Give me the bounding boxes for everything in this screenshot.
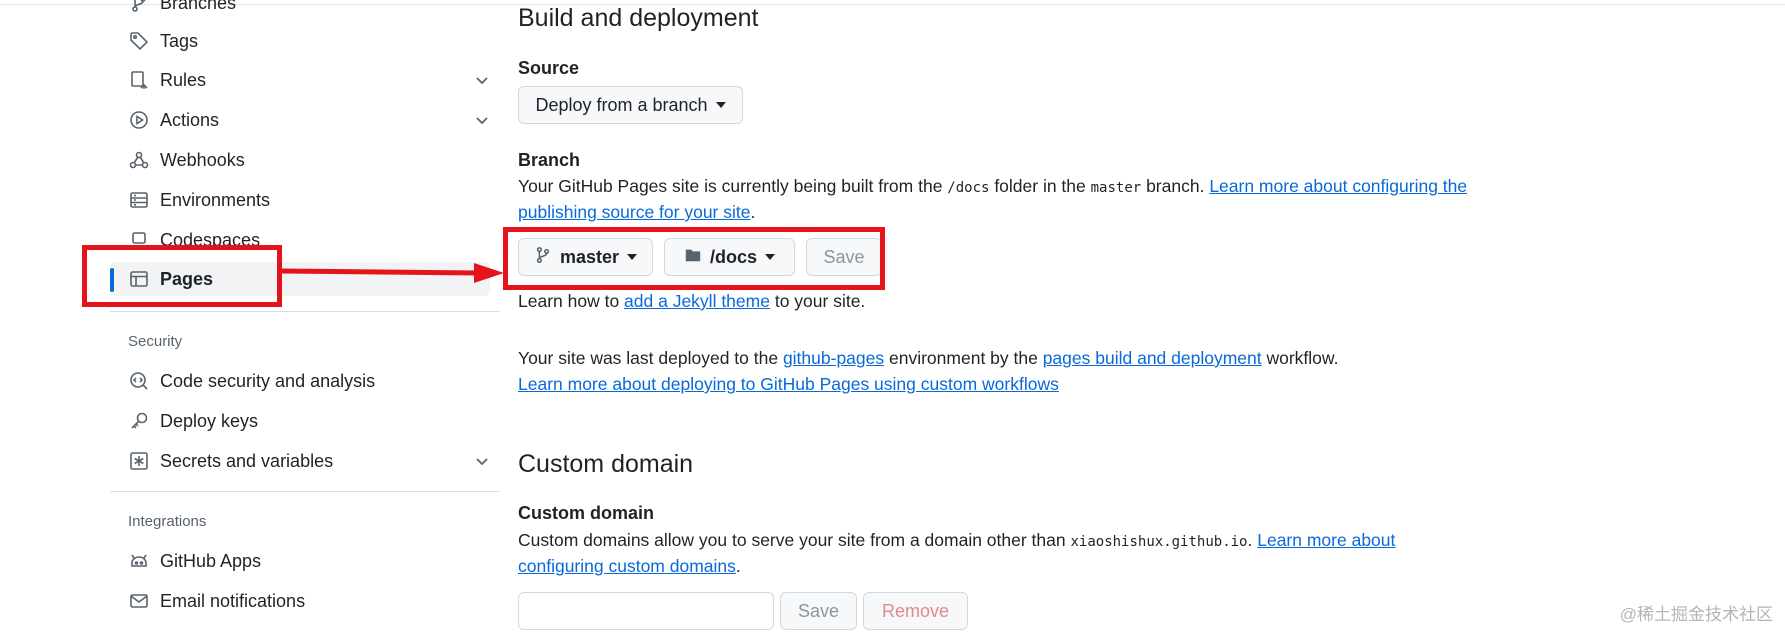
sidebar-item-label: Actions [160,109,220,130]
sidebar-item-secrets[interactable]: Secrets and variables [110,444,490,478]
sidebar-item-label: Code security and analysis [160,370,376,391]
learn-more-source-link-cont[interactable]: publishing source for your site [518,202,750,222]
sidebar-section-security: Security [128,333,183,350]
deployed-text: environment by the [884,348,1043,368]
deployed-text: Your site was last deployed to the [518,348,783,368]
custom-domain-text: Custom domains allow you to serve your s… [518,530,1071,550]
play-icon [128,109,150,131]
sidebar-item-code-security[interactable]: Code security and analysis [110,364,490,398]
branch-desc-text: Your GitHub Pages site is currently bein… [518,176,948,196]
asterisk-icon [128,450,150,472]
chevron-down-icon[interactable] [474,453,490,469]
last-deployed-note: Your site was last deployed to the githu… [518,345,1338,371]
branch-desc-text: branch. [1141,176,1210,196]
sidebar-item-actions[interactable]: Actions [110,103,490,137]
deployed-text: workflow. [1261,348,1339,368]
apps-icon [128,550,150,572]
sidebar-item-deploy-keys[interactable]: Deploy keys [110,404,490,438]
rules-icon [128,69,150,91]
sidebar-item-label: Deploy keys [160,410,259,431]
custom-domain-description-line2: configuring custom domains. [518,553,741,579]
mail-icon [128,590,150,612]
custom-domain-heading: Custom domain [518,450,694,478]
sidebar-item-github-apps[interactable]: GitHub Apps [110,544,490,578]
sidebar-divider [110,311,500,312]
sidebar-item-label: Branches [160,0,237,13]
chevron-down-icon[interactable] [474,112,490,128]
branch-icon [128,0,150,14]
custom-domain-text: . [1247,530,1258,550]
sidebar-item-label: Webhooks [160,149,245,170]
sidebar-item-email-notifications[interactable]: Email notifications [110,584,490,618]
sidebar-item-label: Tags [160,30,199,51]
workflow-link[interactable]: pages build and deployment [1043,348,1262,368]
source-dropdown[interactable]: Deploy from a branch [518,86,743,124]
sidebar-item-label: Email notifications [160,590,306,611]
jekyll-note: Learn how to add a Jekyll theme to your … [518,288,865,314]
server-icon [128,189,150,211]
github-pages-env-link[interactable]: github-pages [783,348,884,368]
source-dropdown-value: Deploy from a branch [535,94,708,115]
custom-domain-save-button[interactable]: Save [780,592,857,630]
custom-domain-remove-button[interactable]: Remove [863,592,968,630]
key-icon [128,410,150,432]
custom-workflows-note: Learn more about deploying to GitHub Pag… [518,371,1059,397]
build-deployment-heading: Build and deployment [518,4,759,32]
chevron-down-icon[interactable] [474,72,490,88]
learn-more-domain-link[interactable]: Learn more about [1257,530,1395,550]
codescan-icon [128,370,150,392]
branch-description: Your GitHub Pages site is currently bein… [518,173,1467,201]
tag-icon [128,30,150,52]
annotation-arrow-icon [282,263,504,283]
sidebar-item-label: GitHub Apps [160,550,262,571]
sidebar-item-label: Environments [160,189,271,210]
branch-label: Branch [518,150,581,170]
custom-domain-input[interactable] [518,592,774,630]
custom-domain-text: . [735,556,741,576]
branch-description-line2: publishing source for your site. [518,199,755,225]
sidebar-item-environments[interactable]: Environments [110,183,490,217]
sidebar-item-label: Rules [160,69,207,90]
jekyll-text: to your site. [769,291,866,311]
branch-desc-text: . [750,202,756,222]
learn-more-source-link[interactable]: Learn more about configuring the [1209,176,1467,196]
sidebar-item-branches[interactable]: Branches [110,0,490,20]
annotation-highlight-pages [82,245,282,307]
sidebar-item-webhooks[interactable]: Webhooks [110,143,490,177]
custom-domain-label: Custom domain [518,503,655,523]
annotation-highlight-branch [503,227,885,290]
custom-workflows-link[interactable]: Learn more about deploying to GitHub Pag… [518,374,1059,394]
jekyll-theme-link[interactable]: add a Jekyll theme [624,291,770,311]
sidebar-divider [110,491,500,492]
caret-down-icon [715,102,726,108]
learn-more-domain-link-cont[interactable]: configuring custom domains [518,556,736,576]
jekyll-text: Learn how to [518,291,625,311]
sidebar-section-integrations: Integrations [128,513,207,530]
custom-domain-description: Custom domains allow you to serve your s… [518,527,1395,555]
source-label: Source [518,58,580,78]
folder-code: /docs [947,180,990,196]
branch-desc-text: folder in the [989,176,1091,196]
webhook-icon [128,149,150,171]
sidebar-item-label: Secrets and variables [160,450,334,471]
watermark: @稀土掘金技术社区 [1619,605,1773,624]
sidebar-item-tags[interactable]: Tags [110,24,490,58]
sidebar-item-rules[interactable]: Rules [110,63,490,97]
branch-code: master [1090,180,1142,196]
domain-code: xiaoshishux.github.io [1070,534,1248,550]
settings-sidebar: Branches Tags Rules Actions Webhooks Env… [110,0,500,633]
